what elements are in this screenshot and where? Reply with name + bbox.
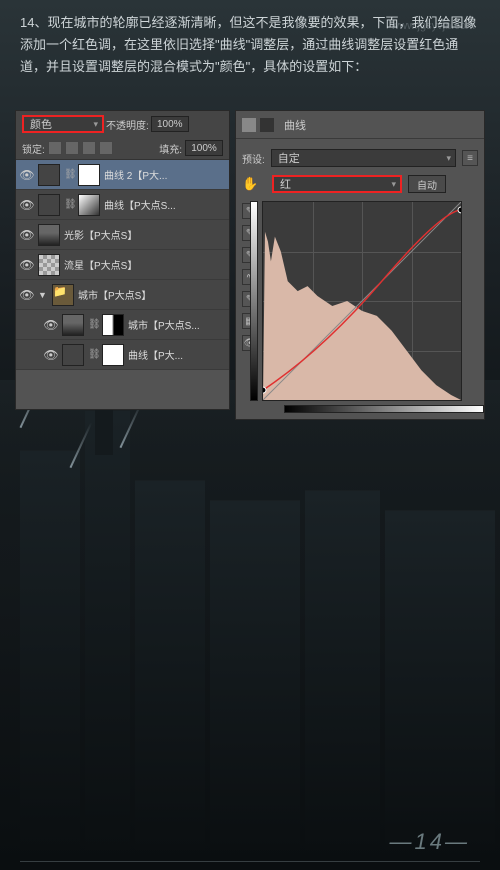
fill-value[interactable]: 100% xyxy=(185,140,223,156)
layer-row[interactable]: 👁 ⛓ 城市【P大点S... xyxy=(16,310,229,340)
page-number: —14— xyxy=(390,829,470,855)
lock-all-icon[interactable] xyxy=(99,141,113,155)
lock-label: 锁定: xyxy=(22,141,45,156)
layer-thumbnail xyxy=(38,224,60,246)
folder-caret-icon[interactable]: ▼ xyxy=(38,290,48,300)
opacity-value[interactable]: 100% xyxy=(151,116,189,132)
preset-row: 预设: 自定 ≡ xyxy=(242,145,478,171)
layer-row[interactable]: 👁 光影【P大点S】 xyxy=(16,220,229,250)
layer-row[interactable]: 👁 ⛓ 曲线 2【P大... xyxy=(16,160,229,190)
preset-menu-icon[interactable]: ≡ xyxy=(462,150,478,166)
layer-name: 流星【P大点S】 xyxy=(64,257,225,272)
page-divider xyxy=(20,861,480,862)
adjustment-icon[interactable] xyxy=(242,118,256,132)
blend-mode-value: 颜色 xyxy=(30,116,52,132)
layers-panel: 颜色 不透明度: 100% 锁定: 填充: 100% 👁⛓曲线 2【P大...👁… xyxy=(15,110,230,410)
curves-title: 曲线 xyxy=(284,117,306,133)
hand-icon[interactable]: ✋ xyxy=(242,176,260,192)
layer-thumbnail xyxy=(78,164,100,186)
layer-thumbnail xyxy=(78,194,100,216)
layer-thumbnail xyxy=(102,344,124,366)
curve-line xyxy=(263,202,461,400)
folder-icon: 📁 xyxy=(52,284,74,306)
layer-thumbnail xyxy=(62,314,84,336)
output-gradient xyxy=(250,201,258,401)
visibility-icon[interactable]: 👁 xyxy=(44,348,58,362)
link-icon: ⛓ xyxy=(64,198,74,212)
building xyxy=(305,490,380,850)
input-gradient xyxy=(284,405,484,413)
layer-thumbnail xyxy=(102,314,124,336)
building xyxy=(210,500,300,850)
layer-thumbnail xyxy=(38,164,60,186)
fill-label: 填充: xyxy=(159,141,182,156)
visibility-icon[interactable]: 👁 xyxy=(20,258,34,272)
layer-thumbnail xyxy=(38,194,60,216)
curves-header: 曲线 xyxy=(236,111,484,139)
visibility-icon[interactable]: 👁 xyxy=(20,198,34,212)
channel-row: ✋ 红 自动 xyxy=(242,171,478,197)
link-icon: ⛓ xyxy=(88,348,98,362)
building xyxy=(85,410,130,850)
preset-label: 预设: xyxy=(242,151,265,166)
layer-name: 曲线【P大点S... xyxy=(104,197,225,212)
preset-dropdown[interactable]: 自定 xyxy=(271,149,456,167)
mask-icon[interactable] xyxy=(260,118,274,132)
layer-name: 城市【P大点S... xyxy=(128,317,225,332)
layer-name: 光影【P大点S】 xyxy=(64,227,225,242)
link-icon: ⛓ xyxy=(64,168,74,182)
layer-row[interactable]: 👁 ⛓ 曲线【P大点S... xyxy=(16,190,229,220)
layer-row[interactable]: 👁 流星【P大点S】 xyxy=(16,250,229,280)
auto-button[interactable]: 自动 xyxy=(408,175,446,193)
visibility-icon[interactable]: 👁 xyxy=(20,288,34,302)
lock-transparent-icon[interactable] xyxy=(48,141,62,155)
layer-row[interactable]: 👁 ⛓ 曲线【P大... xyxy=(16,340,229,370)
link-icon: ⛓ xyxy=(88,318,98,332)
building xyxy=(135,480,205,850)
building xyxy=(385,510,495,850)
layer-thumbnail xyxy=(62,344,84,366)
layers-list: 👁 ⛓ 曲线 2【P大... 👁 ⛓ 曲线【P大点S... 👁 光影【P大点S】 👁 流星【P大点… xyxy=(16,160,229,370)
layer-name: 城市【P大点S】 xyxy=(78,287,225,302)
lock-image-icon[interactable] xyxy=(65,141,79,155)
visibility-icon[interactable]: 👁 xyxy=(44,318,58,332)
layers-top-row: 颜色 不透明度: 100% xyxy=(16,111,229,137)
opacity-label: 不透明度: xyxy=(106,117,149,132)
blend-mode-dropdown[interactable]: 颜色 xyxy=(22,115,104,133)
curve-graph[interactable] xyxy=(262,201,462,401)
locks-row: 锁定: 填充: 100% xyxy=(16,137,229,160)
layer-row[interactable]: 👁 ▼ 📁 城市【P大点S】 xyxy=(16,280,229,310)
layer-name: 曲线【P大... xyxy=(128,347,225,362)
layer-name: 曲线 2【P大... xyxy=(104,167,225,182)
channel-dropdown[interactable]: 红 xyxy=(272,175,402,193)
curves-area: ✎ ✎ ✎ ∿ ✎ ▦ 👁 xyxy=(242,201,478,401)
building xyxy=(20,450,80,850)
lock-position-icon[interactable] xyxy=(82,141,96,155)
visibility-icon[interactable]: 👁 xyxy=(20,228,34,242)
layer-thumbnail xyxy=(38,254,60,276)
visibility-icon[interactable]: 👁 xyxy=(20,168,34,182)
curves-panel: 曲线 预设: 自定 ≡ ✋ 红 自动 ✎ ✎ ✎ ∿ ✎ ▦ 👁 xyxy=(235,110,485,420)
watermark: www.jgsyvjn.com xyxy=(391,20,475,32)
